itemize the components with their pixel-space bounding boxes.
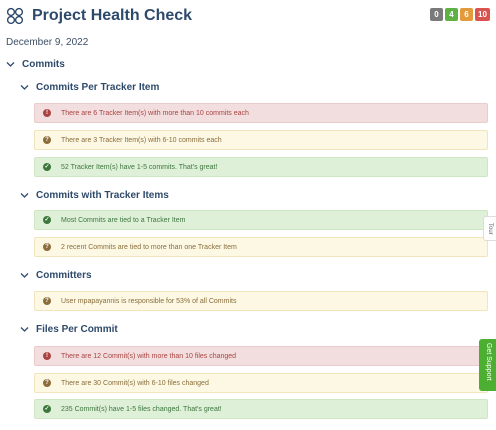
chevron-down-icon bbox=[20, 327, 29, 332]
alert-success: ✓ 52 Tracker Item(s) have 1-5 commits. T… bbox=[34, 157, 488, 177]
subsection-files-per-commit[interactable]: Files Per Commit bbox=[20, 324, 118, 335]
page-header: Project Health Check 0 4 6 10 bbox=[6, 6, 490, 26]
alert-text: User mpapayannis is responsible for 53% … bbox=[61, 297, 237, 305]
alert-danger: ! There are 6 Tracker Item(s) with more … bbox=[34, 103, 488, 123]
alert-text: There are 30 Commit(s) with 6-10 files c… bbox=[61, 379, 209, 387]
subsection-committers[interactable]: Committers bbox=[20, 270, 92, 281]
alert-success: ✓ Most Commits are tied to a Tracker Ite… bbox=[34, 210, 488, 230]
alert-text: There are 6 Tracker Item(s) with more th… bbox=[61, 109, 249, 117]
subsection-commits-per-tracker[interactable]: Commits Per Tracker Item bbox=[20, 82, 159, 93]
chevron-down-icon bbox=[20, 193, 29, 198]
exclamation-icon: ! bbox=[43, 352, 51, 360]
chevron-down-icon bbox=[6, 62, 15, 67]
alert-warning: ? User mpapayannis is responsible for 53… bbox=[34, 291, 488, 311]
alert-text: Most Commits are tied to a Tracker Item bbox=[61, 216, 186, 224]
alert-text: There are 12 Commit(s) with more than 10… bbox=[61, 352, 237, 360]
tour-tab[interactable]: Tour bbox=[483, 216, 496, 241]
chevron-down-icon bbox=[20, 273, 29, 278]
health-check-icon bbox=[6, 7, 24, 25]
alert-warning: ? There are 30 Commit(s) with 6-10 files… bbox=[34, 373, 488, 393]
section-label: Commits bbox=[22, 59, 65, 70]
alert-text: 52 Tracker Item(s) have 1-5 commits. Tha… bbox=[61, 163, 218, 171]
chevron-down-icon bbox=[20, 85, 29, 90]
subsection-commits-with-tracker[interactable]: Commits with Tracker Items bbox=[20, 190, 169, 201]
check-icon: ✓ bbox=[43, 405, 51, 413]
status-counts: 0 4 6 10 bbox=[430, 8, 490, 21]
alert-text: 235 Commit(s) have 1-5 files changed. Th… bbox=[61, 405, 222, 413]
question-icon: ? bbox=[43, 136, 51, 144]
question-icon: ? bbox=[43, 243, 51, 251]
count-badge-success: 4 bbox=[445, 8, 458, 21]
alert-warning: ? There are 3 Tracker Item(s) with 6-10 … bbox=[34, 130, 488, 150]
count-badge-danger: 10 bbox=[475, 8, 490, 21]
section-commits[interactable]: Commits bbox=[6, 59, 65, 70]
get-support-tab[interactable]: Get Support bbox=[479, 339, 496, 391]
count-badge-warning: 6 bbox=[460, 8, 473, 21]
report-date: December 9, 2022 bbox=[6, 37, 89, 48]
count-badge-neutral: 0 bbox=[430, 8, 443, 21]
subsection-label: Commits Per Tracker Item bbox=[36, 82, 160, 93]
alert-warning: ? 2 recent Commits are tied to more than… bbox=[34, 237, 488, 257]
question-icon: ? bbox=[43, 297, 51, 305]
subsection-label: Commits with Tracker Items bbox=[36, 190, 169, 201]
check-icon: ✓ bbox=[43, 163, 51, 171]
alert-text: There are 3 Tracker Item(s) with 6-10 co… bbox=[61, 136, 222, 144]
alert-text: 2 recent Commits are tied to more than o… bbox=[61, 243, 237, 251]
tour-label: Tour bbox=[487, 223, 493, 235]
alert-danger: ! There are 12 Commit(s) with more than … bbox=[34, 346, 488, 366]
page-title: Project Health Check bbox=[32, 7, 193, 24]
subsection-label: Files Per Commit bbox=[36, 324, 118, 335]
question-icon: ? bbox=[43, 379, 51, 387]
exclamation-icon: ! bbox=[43, 109, 51, 117]
support-label: Get Support bbox=[485, 343, 492, 381]
alert-success: ✓ 235 Commit(s) have 1-5 files changed. … bbox=[34, 399, 488, 419]
check-icon: ✓ bbox=[43, 216, 51, 224]
subsection-label: Committers bbox=[36, 270, 92, 281]
